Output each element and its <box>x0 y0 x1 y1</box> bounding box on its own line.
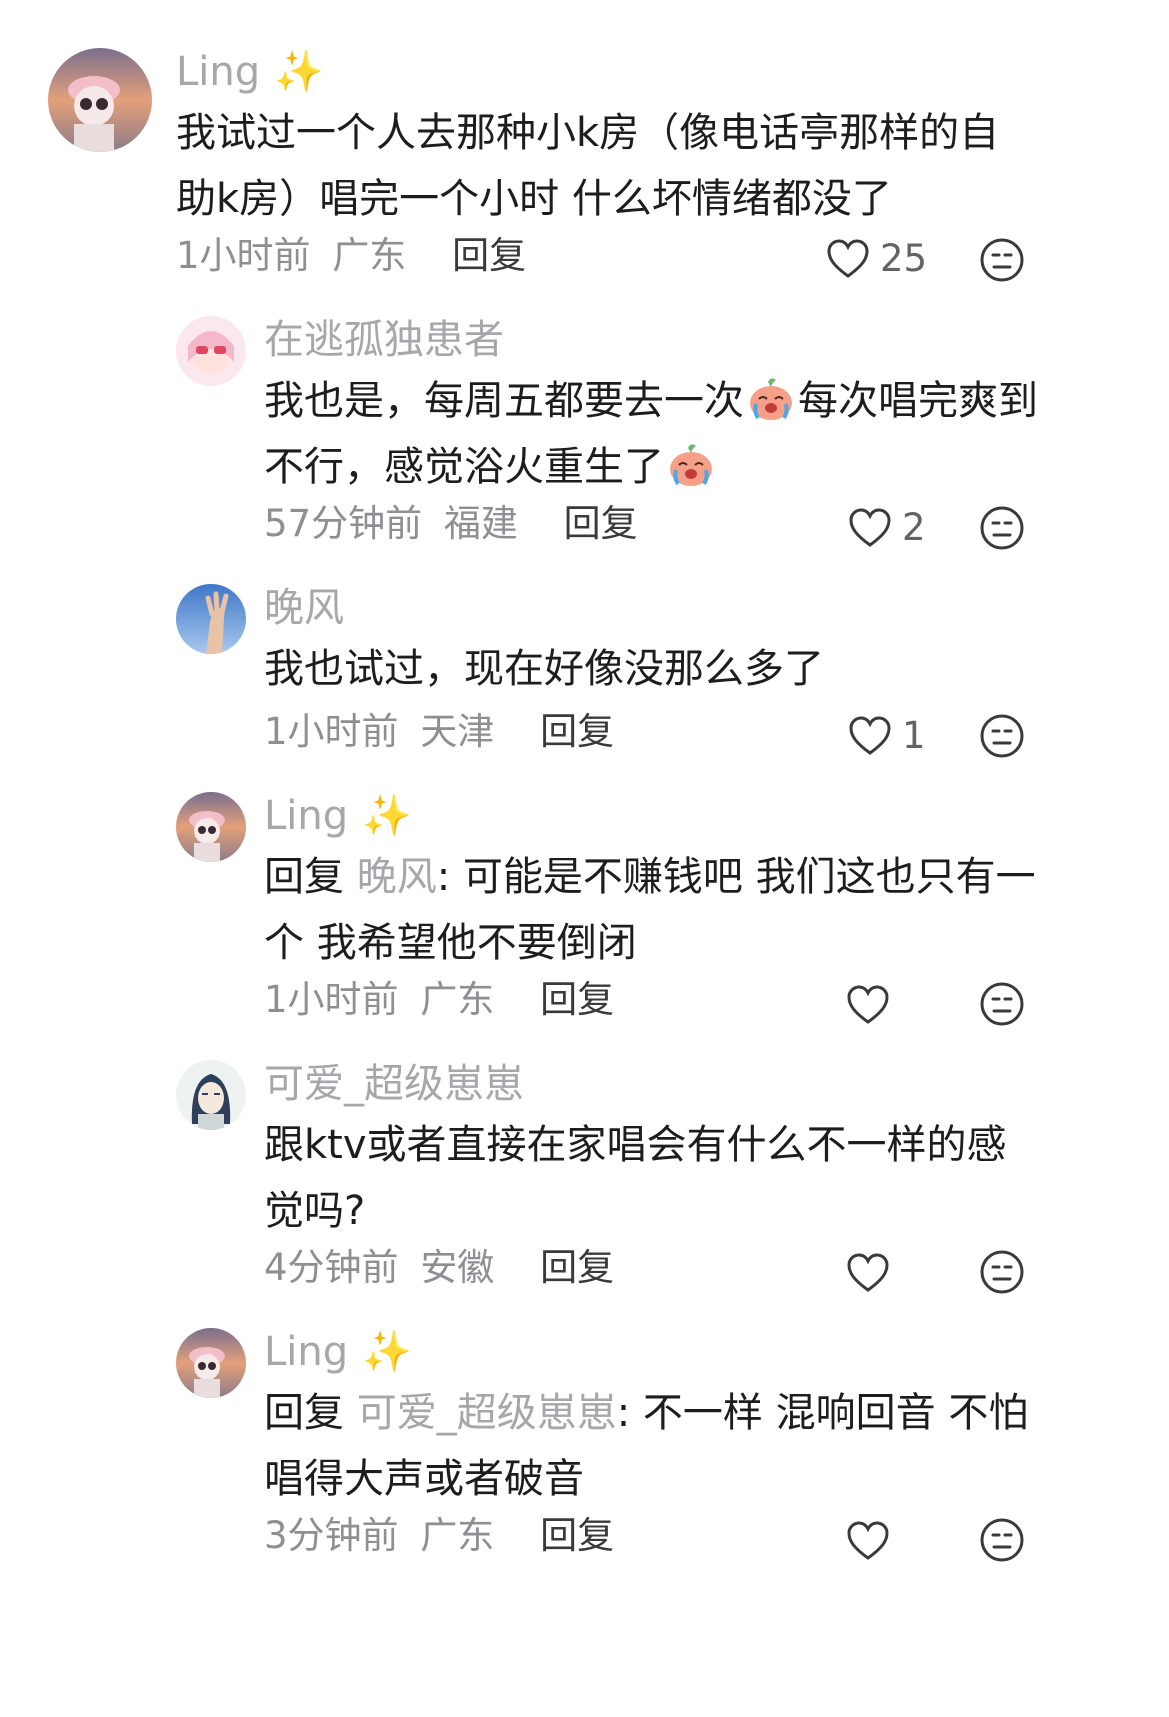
reply-button[interactable]: 回复 <box>564 502 638 545</box>
text-segment: 不行，感觉浴火重生了 <box>264 444 664 490</box>
comment-text: 回复 可爱_超级崽崽: 不一样 混响回音 不怕 唱得大声或者破音 <box>264 1380 1028 1512</box>
heart-icon[interactable] <box>846 1253 890 1293</box>
avatar[interactable] <box>176 316 246 386</box>
comment-line: 回复 晚风: 可能是不赚钱吧 我们这也只有一 <box>264 844 1036 910</box>
avatar[interactable] <box>48 48 152 152</box>
sparkle-emoji: ✨ <box>362 1329 412 1375</box>
dislike-icon[interactable] <box>978 1248 1026 1296</box>
dislike-icon[interactable] <box>978 236 1026 284</box>
crying-peach-emoji <box>670 444 712 486</box>
location: 天津 <box>420 710 495 753</box>
reply-target-username[interactable]: 晚风 <box>357 854 437 900</box>
comment-line: 唱得大声或者破音 <box>264 1456 584 1502</box>
comment-text: 我也试过，现在好像没那么多了 <box>264 636 824 702</box>
username-text[interactable]: Ling <box>176 49 260 95</box>
reply-button[interactable]: 回复 <box>452 234 526 277</box>
comment-meta: 1小时前 广东 回复 <box>176 232 526 280</box>
comment-text: 我试过一个人去那种小k房（像电话亭那样的自 助k房）唱完一个小时 什么坏情绪都没… <box>176 100 999 232</box>
username[interactable]: Ling ✨ <box>264 792 412 840</box>
reply-prefix: 回复 <box>264 1390 357 1436</box>
avatar[interactable] <box>176 1060 246 1130</box>
location: 广东 <box>420 1514 495 1557</box>
heart-icon[interactable] <box>846 1521 890 1561</box>
comment-text: 回复 晚风: 可能是不赚钱吧 我们这也只有一 个 我希望他不要倒闭 <box>264 844 1036 976</box>
avatar[interactable] <box>176 584 246 654</box>
username[interactable]: 晚风 <box>264 584 344 632</box>
username-text[interactable]: 在逃孤独患者 <box>264 317 504 363</box>
text-segment: 我也是，每周五都要去一次 <box>264 378 744 424</box>
heart-icon[interactable] <box>848 716 892 756</box>
avatar[interactable] <box>176 792 246 862</box>
dislike-icon[interactable] <box>978 980 1026 1028</box>
timestamp: 57分钟前 <box>264 502 423 545</box>
comment-line: 不行，感觉浴火重生了 <box>264 434 1038 500</box>
timestamp: 1小时前 <box>176 234 311 277</box>
crying-peach-emoji <box>750 378 792 420</box>
heart-icon[interactable] <box>848 508 892 548</box>
location: 福建 <box>443 502 518 545</box>
username-text[interactable]: 晚风 <box>264 585 344 631</box>
timestamp: 1小时前 <box>264 978 399 1021</box>
reply-target-username[interactable]: 可爱_超级崽崽 <box>357 1390 617 1436</box>
username-text[interactable]: Ling <box>264 1329 348 1375</box>
comment-line: 我也是，每周五都要去一次 每次唱完爽到 <box>264 368 1038 434</box>
like-button[interactable] <box>846 1248 900 1298</box>
like-button[interactable]: 25 <box>826 234 927 284</box>
text-segment: 每次唱完爽到 <box>798 378 1038 424</box>
sparkle-emoji: ✨ <box>274 49 324 95</box>
text-segment: : 可能是不赚钱吧 我们这也只有一 <box>436 854 1036 900</box>
reply-prefix: 回复 <box>264 854 357 900</box>
like-button[interactable] <box>846 1516 900 1566</box>
username[interactable]: 在逃孤独患者 <box>264 316 504 364</box>
comment-line: 个 我希望他不要倒闭 <box>264 920 637 966</box>
heart-icon[interactable] <box>846 985 890 1025</box>
comment-line: 回复 可爱_超级崽崽: 不一样 混响回音 不怕 <box>264 1380 1028 1446</box>
dislike-icon[interactable] <box>978 712 1026 760</box>
reply-button[interactable]: 回复 <box>540 978 614 1021</box>
like-button[interactable]: 2 <box>848 503 926 553</box>
sparkle-emoji: ✨ <box>362 793 412 839</box>
like-button[interactable] <box>846 980 900 1030</box>
location: 安徽 <box>420 1246 495 1289</box>
comment-meta: 1小时前 天津 回复 <box>264 708 614 756</box>
comment-meta: 4分钟前 安徽 回复 <box>264 1244 614 1292</box>
heart-icon[interactable] <box>826 239 870 279</box>
username-text[interactable]: Ling <box>264 793 348 839</box>
like-count: 25 <box>880 237 928 280</box>
location: 广东 <box>420 978 495 1021</box>
like-count: 1 <box>902 714 926 757</box>
timestamp: 4分钟前 <box>264 1246 399 1289</box>
timestamp: 3分钟前 <box>264 1514 399 1557</box>
comment-meta: 1小时前 广东 回复 <box>264 976 614 1024</box>
timestamp: 1小时前 <box>264 710 399 753</box>
like-count: 2 <box>902 506 926 549</box>
comment-line: 我也试过，现在好像没那么多了 <box>264 646 824 692</box>
dislike-icon[interactable] <box>978 504 1026 552</box>
text-segment: : 不一样 混响回音 不怕 <box>616 1390 1029 1436</box>
comment-text: 跟ktv或者直接在家唱会有什么不一样的感 觉吗? <box>264 1112 1007 1244</box>
avatar[interactable] <box>176 1328 246 1398</box>
comment-line: 觉吗? <box>264 1188 366 1234</box>
dislike-icon[interactable] <box>978 1516 1026 1564</box>
reply-button[interactable]: 回复 <box>540 710 614 753</box>
comment-meta: 57分钟前 福建 回复 <box>264 500 638 548</box>
comment-line: 跟ktv或者直接在家唱会有什么不一样的感 <box>264 1122 1007 1168</box>
username-text[interactable]: 可爱_超级崽崽 <box>264 1061 524 1107</box>
comment-line: 我试过一个人去那种小k房（像电话亭那样的自 <box>176 110 1000 156</box>
comment-text: 我也是，每周五都要去一次 每次唱完爽到 不行，感觉浴火重生了 <box>264 368 1038 500</box>
reply-button[interactable]: 回复 <box>540 1246 614 1289</box>
username[interactable]: Ling ✨ <box>264 1328 412 1376</box>
reply-button[interactable]: 回复 <box>540 1514 614 1557</box>
location: 广东 <box>332 234 407 277</box>
comment-line: 助k房）唱完一个小时 什么坏情绪都没了 <box>176 176 892 222</box>
comment-meta: 3分钟前 广东 回复 <box>264 1512 614 1560</box>
like-button[interactable]: 1 <box>848 711 926 761</box>
username[interactable]: 可爱_超级崽崽 <box>264 1060 524 1108</box>
username[interactable]: Ling ✨ <box>176 48 324 96</box>
